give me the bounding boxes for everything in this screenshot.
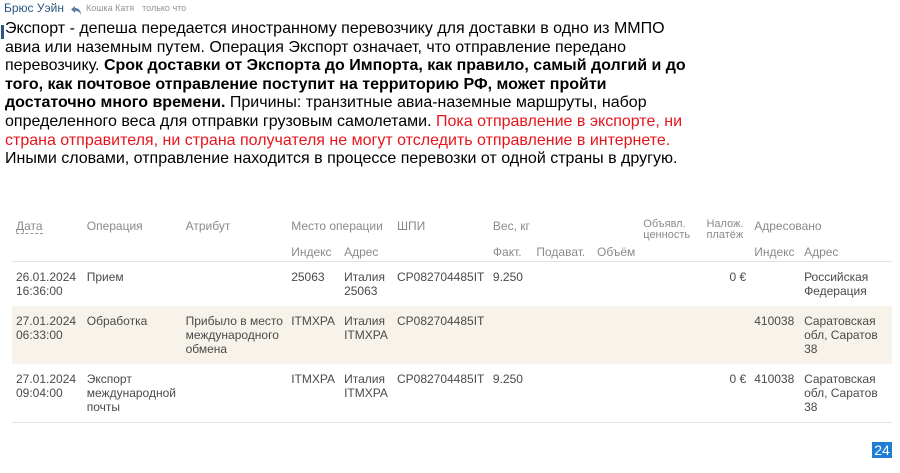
cell-cod [702, 306, 751, 364]
subheader-submitted: Подават. [536, 245, 586, 259]
cell-weight-actual: 9.250 [488, 261, 533, 306]
subheader-addr-index: Индекс [754, 245, 795, 259]
cell-address: Италия 25063 [340, 261, 393, 306]
cell-volume [593, 306, 640, 364]
cell-operation: Обработка [82, 306, 182, 364]
subheader-address: Адрес [344, 245, 379, 259]
cell-operation: Экспорт международной почты [82, 364, 182, 423]
cell-declared [639, 306, 703, 364]
reply-target-link[interactable]: Кошка Катя [86, 3, 134, 13]
table-subheader-row: Индекс Адрес Факт. Подават. Объём Индекс… [12, 243, 892, 262]
cell-shpi: CP082704485IT [392, 306, 489, 364]
cell-addr-address: Российская Федерация [800, 261, 892, 306]
column-header-attribute: Атрибут [185, 219, 231, 233]
post-body: Экспорт - депеша передается иностранному… [5, 20, 695, 169]
post-author-link[interactable]: Брюс Уэйн [4, 1, 64, 15]
cell-index: ITMXPA [287, 306, 341, 364]
cell-date: 27.01.2024 06:33:00 [12, 306, 83, 364]
subheader-index: Индекс [291, 245, 332, 259]
cell-weight-actual [488, 306, 533, 364]
table-row: 27.01.2024 09:04:00 Экспорт международно… [12, 364, 892, 423]
cell-addr-index: 410038 [750, 306, 801, 364]
cell-index: 25063 [287, 261, 341, 306]
table-header-row: Дата Операция Атрибут Место операции ШПИ… [12, 217, 892, 243]
column-header-shpi: ШПИ [396, 219, 426, 233]
table-row: 27.01.2024 06:33:00 Обработка Прибыло в … [12, 306, 892, 364]
cell-weight-submitted [532, 364, 594, 423]
cell-addr-index: 410038 [750, 364, 801, 423]
column-header-cod: Налож. платёж [706, 218, 744, 241]
cell-addr-address: Саратовская обл, Саратов 38 [800, 306, 892, 364]
cell-date: 26.01.2024 16:36:00 [12, 261, 83, 306]
column-header-weight: Вес, кг [492, 219, 530, 233]
cell-attribute: Прибыло в место международного обмена [181, 306, 288, 364]
cell-attribute [181, 364, 288, 423]
cell-operation: Прием [82, 261, 182, 306]
table-row: 26.01.2024 16:36:00 Прием 25063 Италия 2… [12, 261, 892, 306]
tracking-history-table: Дата Операция Атрибут Место операции ШПИ… [12, 217, 892, 423]
cell-attribute [181, 261, 288, 306]
cell-address: Италия ITMXPA [340, 306, 393, 364]
cell-date: 27.01.2024 09:04:00 [12, 364, 83, 423]
column-header-declared: Объявл. ценность [643, 218, 691, 241]
post-text-outro: Иными словами, отправление находится в п… [5, 150, 678, 168]
cell-cod: 0 € [702, 261, 751, 306]
column-header-addressed: Адресовано [754, 219, 822, 233]
cell-weight-actual: 9.250 [488, 364, 533, 423]
subheader-actual: Факт. [492, 245, 522, 259]
page-number-badge[interactable]: 24 [872, 442, 892, 458]
post-timestamp[interactable]: только что [142, 3, 186, 13]
cell-shpi: CP082704485IT [392, 261, 489, 306]
reply-arrow-icon [70, 4, 81, 15]
cell-declared [639, 364, 703, 423]
cell-index: ITMXPA [287, 364, 341, 423]
cell-volume [593, 364, 640, 423]
subheader-addr-address: Адрес [804, 245, 839, 259]
cell-addr-index [750, 261, 801, 306]
cell-weight-submitted [532, 261, 594, 306]
column-header-place: Место операции [291, 219, 383, 233]
cell-weight-submitted [532, 306, 594, 364]
cell-cod: 0 € [702, 364, 751, 423]
cell-address: Италия ITMXPA [340, 364, 393, 423]
subheader-volume: Объём [597, 245, 636, 259]
cell-shpi: CP082704485IT [392, 364, 489, 423]
post-header: Брюс Уэйн Кошка Катя только что [4, 0, 186, 16]
cell-declared [639, 261, 703, 306]
cell-addr-address: Саратовская обл, Саратов 38 [800, 364, 892, 423]
cell-volume [593, 261, 640, 306]
text-cursor [1, 25, 4, 39]
column-header-operation: Операция [86, 219, 143, 233]
column-header-date[interactable]: Дата [12, 217, 83, 243]
